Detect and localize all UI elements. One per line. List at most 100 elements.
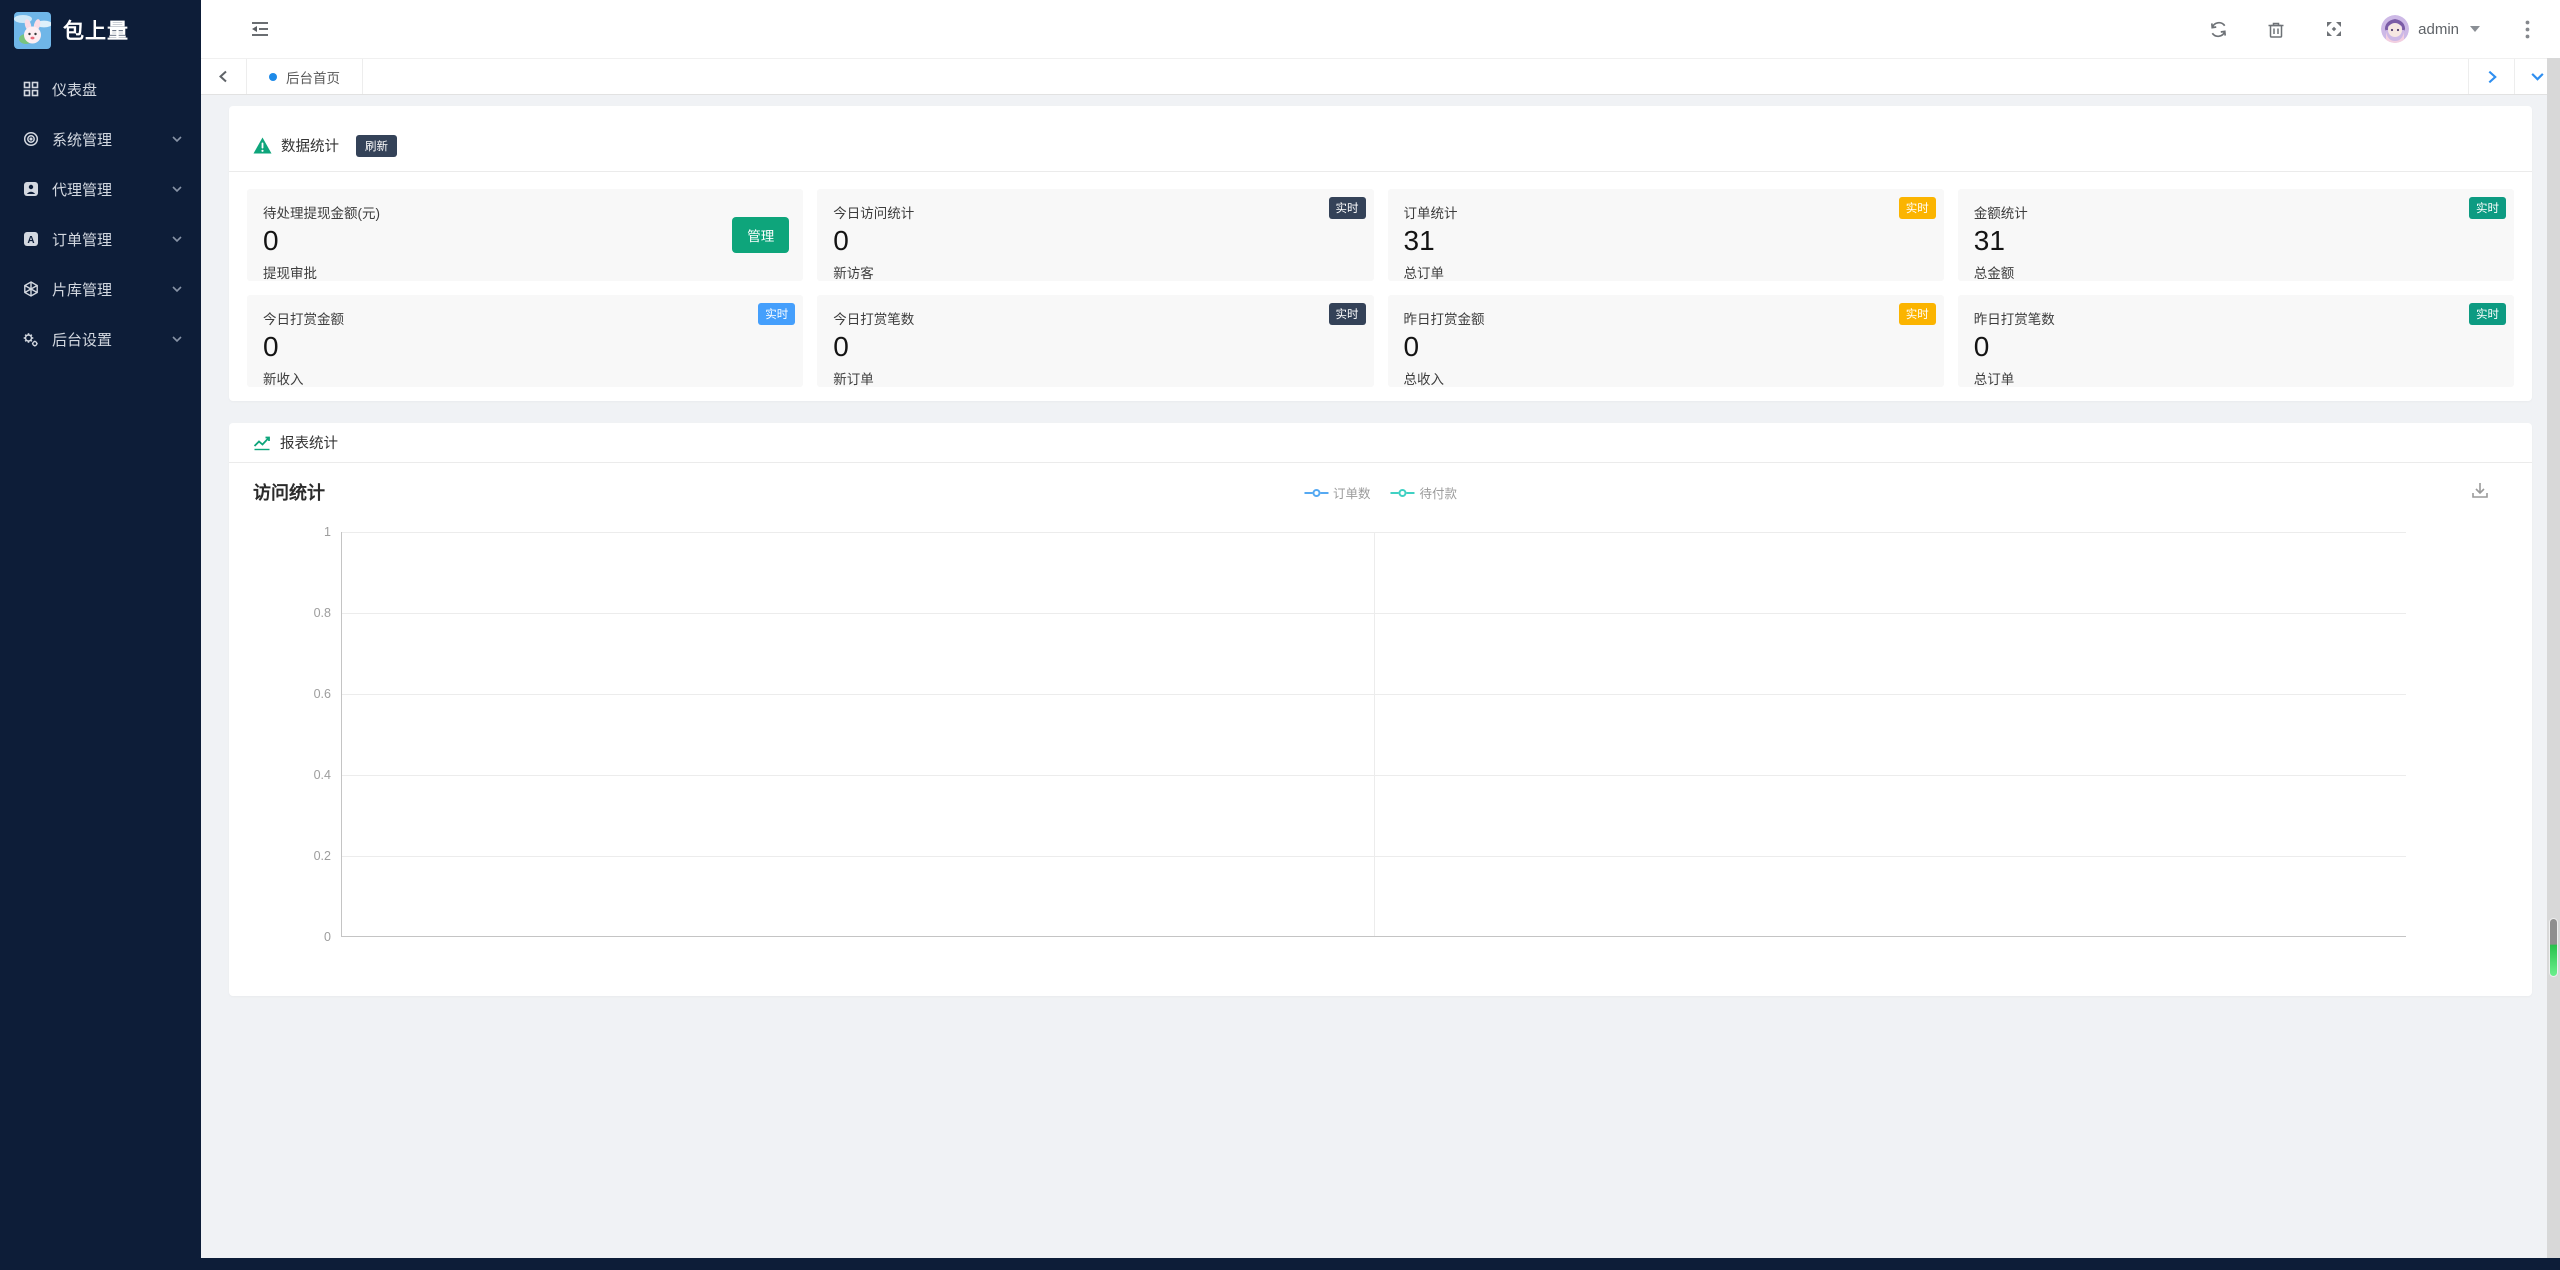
status-badge: 实时	[1328, 197, 1366, 219]
stat-value: 0	[833, 225, 849, 256]
dashboard-icon	[22, 81, 39, 98]
fullscreen-icon[interactable]	[2323, 18, 2345, 40]
stat-label: 订单统计	[1403, 206, 1458, 221]
stat-card-amount-stats: 金额统计 31 总金额 实时	[1957, 189, 2514, 281]
user-menu[interactable]: admin	[2381, 15, 2480, 43]
vertical-gridline	[1374, 532, 1375, 936]
user-avatar	[2381, 15, 2410, 43]
stat-card-today-tip-amount: 今日打赏金额 0 新收入 实时	[247, 295, 804, 387]
legend-marker	[1303, 488, 1328, 497]
sidebar-item-settings[interactable]: 后台设置	[0, 314, 201, 364]
refresh-icon[interactable]	[2207, 18, 2229, 40]
tab-home[interactable]: 后台首页	[247, 59, 363, 94]
header-actions: admin	[2207, 15, 2538, 43]
sidebar-item-orders[interactable]: A 订单管理	[0, 214, 201, 264]
sidebar-item-label: 代理管理	[52, 181, 113, 199]
page-content: 数据统计 刷新 待处理提现金额(元) 0 提现审批 管理 今日访问统计 0 新访…	[201, 96, 2560, 1258]
report-section-title: 报表统计	[280, 436, 338, 452]
chevron-down-icon	[171, 133, 183, 145]
status-badge: 实时	[2469, 197, 2506, 219]
sidebar-item-label: 订单管理	[52, 231, 113, 249]
stat-label: 昨日打赏笔数	[1973, 312, 2055, 327]
scrollbar-thumb[interactable]	[2549, 918, 2558, 977]
stat-sub: 新访客	[833, 266, 874, 281]
stat-value: 0	[1403, 331, 1420, 362]
sidebar-item-dashboard[interactable]: 仪表盘	[0, 64, 201, 114]
refresh-stats-button[interactable]: 刷新	[356, 134, 397, 157]
stat-card-yesterday-tip-count: 昨日打赏笔数 0 总订单 实时	[1957, 295, 2514, 387]
logo-image	[14, 11, 51, 49]
stat-value: 0	[263, 331, 279, 362]
stat-value: 31	[1973, 225, 2005, 256]
stat-label: 今日打赏笔数	[833, 312, 915, 327]
stat-card-order-stats: 订单统计 31 总订单 实时	[1387, 189, 1944, 281]
stat-label: 今日打赏金额	[263, 312, 344, 327]
svg-text:A: A	[27, 235, 34, 246]
download-chart-icon[interactable]	[2470, 481, 2490, 501]
status-badge: 实时	[2469, 303, 2506, 325]
app-logo[interactable]: 包上量	[0, 0, 201, 60]
sidebar-item-agent[interactable]: 代理管理	[0, 164, 201, 214]
stats-card-header: 数据统计 刷新	[229, 106, 2532, 172]
legend-item-orders[interactable]: 订单数	[1303, 483, 1371, 502]
collapse-sidebar-icon[interactable]	[249, 18, 271, 40]
legend-marker	[1390, 488, 1415, 497]
tabs-scroll-left[interactable]	[201, 59, 247, 94]
stat-card-pending-withdraw: 待处理提现金额(元) 0 提现审批 管理	[247, 189, 804, 281]
gears-icon	[22, 331, 39, 348]
sidebar-menu: 仪表盘 系统管理 代理管理 A 订单管理 片库管理 后台设置	[0, 60, 201, 364]
y-axis-tick: 0.6	[313, 687, 331, 701]
sidebar-item-library[interactable]: 片库管理	[0, 264, 201, 314]
stats-card: 数据统计 刷新 待处理提现金额(元) 0 提现审批 管理 今日访问统计 0 新访…	[229, 106, 2532, 401]
sidebar-item-label: 片库管理	[52, 281, 113, 299]
report-card-header: 报表统计	[229, 423, 2532, 463]
app-title: 包上量	[63, 20, 129, 43]
stats-section-title: 数据统计	[281, 139, 339, 155]
line-chart-icon	[253, 435, 271, 451]
y-axis-tick: 0.2	[313, 849, 331, 863]
stat-card-yesterday-tip-amount: 昨日打赏金额 0 总收入 实时	[1387, 295, 1944, 387]
tabbar-spacer	[363, 59, 2468, 94]
more-options-icon[interactable]	[2516, 18, 2538, 40]
system-icon	[22, 131, 39, 148]
stat-sub: 新收入	[263, 372, 304, 387]
status-badge: 实时	[1328, 303, 1366, 325]
chevron-down-icon	[171, 233, 183, 245]
legend-item-pending-payment[interactable]: 待付款	[1390, 483, 1457, 502]
bottom-bar	[0, 1258, 2560, 1270]
warning-triangle-icon	[253, 137, 272, 154]
top-header: admin	[201, 0, 2560, 58]
agent-icon	[22, 181, 39, 198]
status-badge: 实时	[1898, 303, 1936, 325]
sidebar: 包上量 仪表盘 系统管理 代理管理 A 订单管理 片库管理 后台设置	[0, 0, 201, 1270]
sidebar-item-system[interactable]: 系统管理	[0, 114, 201, 164]
status-badge: 实时	[1898, 197, 1936, 219]
stat-sub: 新订单	[833, 372, 874, 387]
manage-button[interactable]: 管理	[732, 217, 790, 253]
trash-icon[interactable]	[2265, 18, 2287, 40]
legend-label: 订单数	[1332, 487, 1371, 501]
stat-label: 今日访问统计	[833, 206, 915, 221]
tab-label: 后台首页	[286, 70, 340, 86]
chart-title-row: 访问统计 订单数 待付款	[229, 463, 2532, 519]
stat-card-today-visits: 今日访问统计 0 新访客 实时	[817, 189, 1374, 281]
y-axis-tick: 1	[324, 525, 331, 539]
y-axis-tick: 0.4	[313, 768, 331, 782]
plot-grid	[341, 532, 2406, 937]
chart-plot-area: 1 0.8 0.6 0.4 0.2 0	[229, 519, 2532, 989]
sidebar-item-label: 系统管理	[52, 131, 113, 149]
stat-sub: 提现审批	[263, 266, 317, 281]
chevron-down-icon	[171, 333, 183, 345]
library-icon	[22, 281, 39, 298]
active-tab-dot	[269, 72, 277, 81]
stat-label: 待处理提现金额(元)	[263, 206, 380, 221]
scrollbar-track[interactable]	[2547, 58, 2560, 1258]
tabs-scroll-right[interactable]	[2468, 59, 2514, 94]
stats-grid: 待处理提现金额(元) 0 提现审批 管理 今日访问统计 0 新访客 实时 订单统…	[229, 172, 2532, 401]
sidebar-item-label: 仪表盘	[52, 81, 98, 99]
status-badge: 实时	[758, 303, 796, 325]
stat-value: 31	[1403, 225, 1435, 256]
stat-card-today-tip-count: 今日打赏笔数 0 新订单 实时	[817, 295, 1374, 387]
y-axis-tick: 0	[324, 930, 331, 944]
chevron-down-icon	[171, 283, 183, 295]
